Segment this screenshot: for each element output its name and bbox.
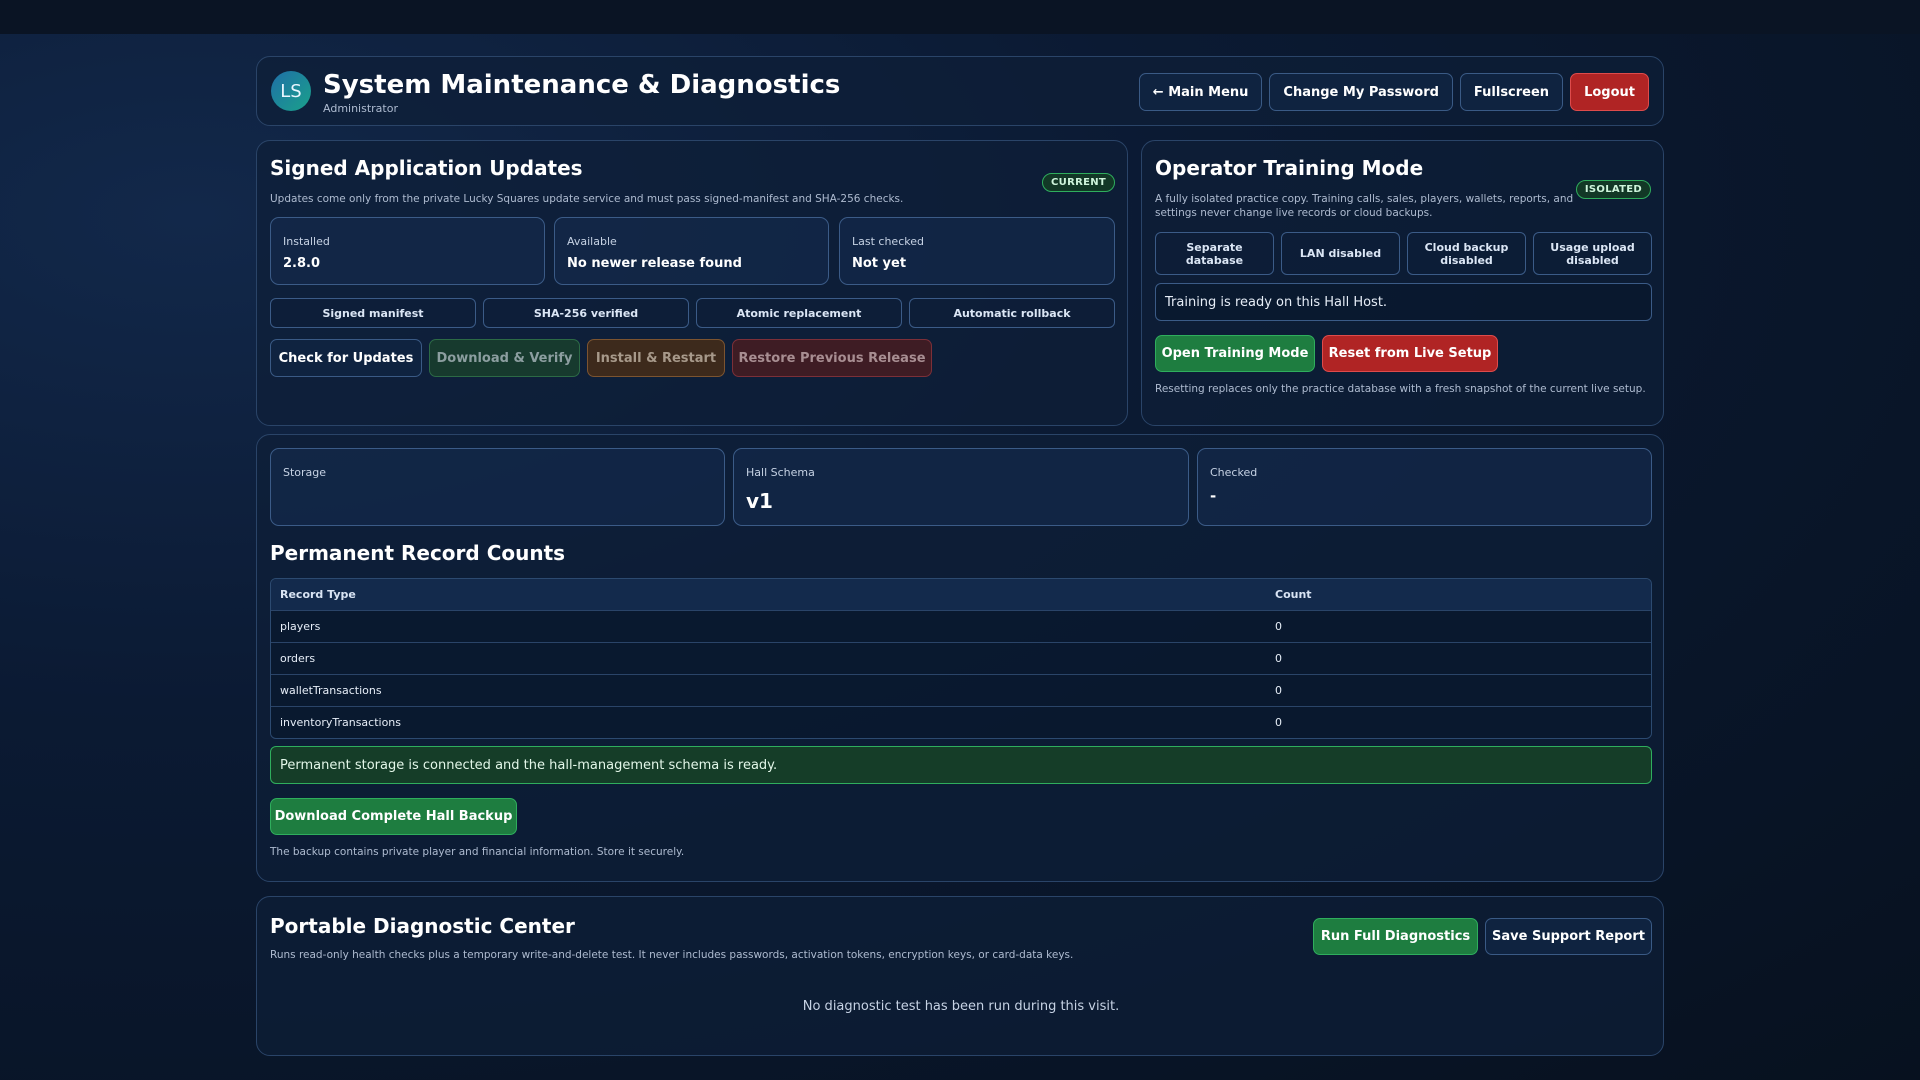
installed-stat: Installed 2.8.0 [270, 217, 545, 285]
header-actions: ← Main Menu Change My Password Fullscree… [1138, 73, 1649, 111]
storage-status-alert: Permanent storage is connected and the h… [270, 746, 1652, 784]
diagnostics-panel: Portable Diagnostic Center Runs read-onl… [256, 896, 1664, 1056]
feature-lan-disabled: LAN disabled [1281, 232, 1400, 275]
user-role: Administrator [323, 102, 398, 115]
record-type-cell: walletTransactions [271, 673, 1266, 706]
main-menu-button[interactable]: ← Main Menu [1138, 73, 1263, 111]
table-row: inventoryTransactions 0 [271, 705, 1651, 738]
last-checked-stat: Last checked Not yet [839, 217, 1115, 285]
top-strip [0, 0, 1920, 34]
updates-description: Updates come only from the private Lucky… [270, 193, 904, 205]
table-row: players 0 [271, 609, 1651, 642]
diagnostics-empty-state: No diagnostic test has been run during t… [802, 999, 1120, 1014]
stat-label: Storage [283, 466, 327, 479]
record-type-cell: players [271, 609, 1266, 642]
record-type-cell: orders [271, 641, 1266, 674]
count-cell: 0 [1266, 705, 1651, 738]
open-training-button[interactable]: Open Training Mode [1155, 335, 1315, 372]
current-badge: CURRENT [1042, 173, 1115, 192]
fullscreen-button[interactable]: Fullscreen [1459, 73, 1564, 111]
feature-automatic-rollback: Automatic rollback [909, 298, 1115, 328]
record-type-cell: inventoryTransactions [271, 705, 1266, 738]
restore-release-button[interactable]: Restore Previous Release [732, 339, 932, 377]
stat-value: v1 [746, 489, 773, 513]
logout-button[interactable]: Logout [1570, 73, 1649, 111]
table-header-row: Record Type Count [271, 579, 1651, 610]
training-reset-note: Resetting replaces only the practice dat… [1155, 383, 1646, 395]
stat-value: 2.8.0 [283, 256, 321, 271]
storage-panel: Storage Hall Schema v1 Checked - Permane… [256, 434, 1664, 882]
stat-value: - [1210, 487, 1217, 505]
training-panel: Operator Training Mode ISOLATED A fully … [1141, 140, 1664, 426]
page-title: System Maintenance & Diagnostics [323, 70, 841, 100]
training-status: Training is ready on this Hall Host. [1155, 283, 1652, 321]
count-cell: 0 [1266, 609, 1651, 642]
avatar: LS [271, 71, 311, 111]
run-diagnostics-button[interactable]: Run Full Diagnostics [1313, 918, 1478, 955]
feature-signed-manifest: Signed manifest [270, 298, 476, 328]
table-row: orders 0 [271, 641, 1651, 674]
stat-value: No newer release found [567, 256, 742, 271]
feature-cloud-backup-disabled: Cloud backup disabled [1407, 232, 1526, 275]
diagnostics-title: Portable Diagnostic Center [270, 914, 575, 938]
stat-value: Not yet [852, 256, 907, 271]
download-backup-button[interactable]: Download Complete Hall Backup [270, 798, 517, 835]
feature-separate-database: Separate database [1155, 232, 1274, 275]
training-title: Operator Training Mode [1155, 156, 1424, 180]
count-cell: 0 [1266, 641, 1651, 674]
backup-note: The backup contains private player and f… [270, 846, 685, 858]
training-description: A fully isolated practice copy. Training… [1155, 193, 1574, 219]
feature-atomic-replacement: Atomic replacement [696, 298, 902, 328]
reset-live-setup-button[interactable]: Reset from Live Setup [1322, 335, 1498, 372]
record-counts-table: Record Type Count players 0 orders 0 wal… [270, 578, 1652, 739]
save-support-report-button[interactable]: Save Support Report [1485, 918, 1652, 955]
column-header-record-type: Record Type [271, 579, 1266, 610]
stat-label: Last checked [852, 235, 924, 248]
stat-label: Hall Schema [746, 466, 815, 479]
checked-stat: Checked - [1197, 448, 1652, 526]
table-row: walletTransactions 0 [271, 673, 1651, 706]
check-updates-button[interactable]: Check for Updates [270, 339, 422, 377]
download-verify-button[interactable]: Download & Verify [429, 339, 580, 377]
storage-stat: Storage [270, 448, 725, 526]
available-stat: Available No newer release found [554, 217, 829, 285]
updates-title: Signed Application Updates [270, 156, 583, 180]
count-cell: 0 [1266, 673, 1651, 706]
column-header-count: Count [1266, 579, 1651, 610]
page-header: LS System Maintenance & Diagnostics Admi… [256, 56, 1664, 126]
feature-usage-upload-disabled: Usage upload disabled [1533, 232, 1652, 275]
change-password-button[interactable]: Change My Password [1269, 73, 1453, 111]
feature-sha256: SHA-256 verified [483, 298, 689, 328]
isolated-badge: ISOLATED [1575, 180, 1651, 199]
stat-label: Checked [1210, 466, 1258, 479]
stat-label: Available [567, 235, 617, 248]
record-counts-title: Permanent Record Counts [270, 541, 566, 565]
updates-panel: Signed Application Updates CURRENT Updat… [256, 140, 1128, 426]
install-restart-button[interactable]: Install & Restart [587, 339, 725, 377]
stat-label: Installed [283, 235, 330, 248]
diagnostics-description: Runs read-only health checks plus a temp… [270, 949, 1074, 961]
hall-schema-stat: Hall Schema v1 [733, 448, 1189, 526]
